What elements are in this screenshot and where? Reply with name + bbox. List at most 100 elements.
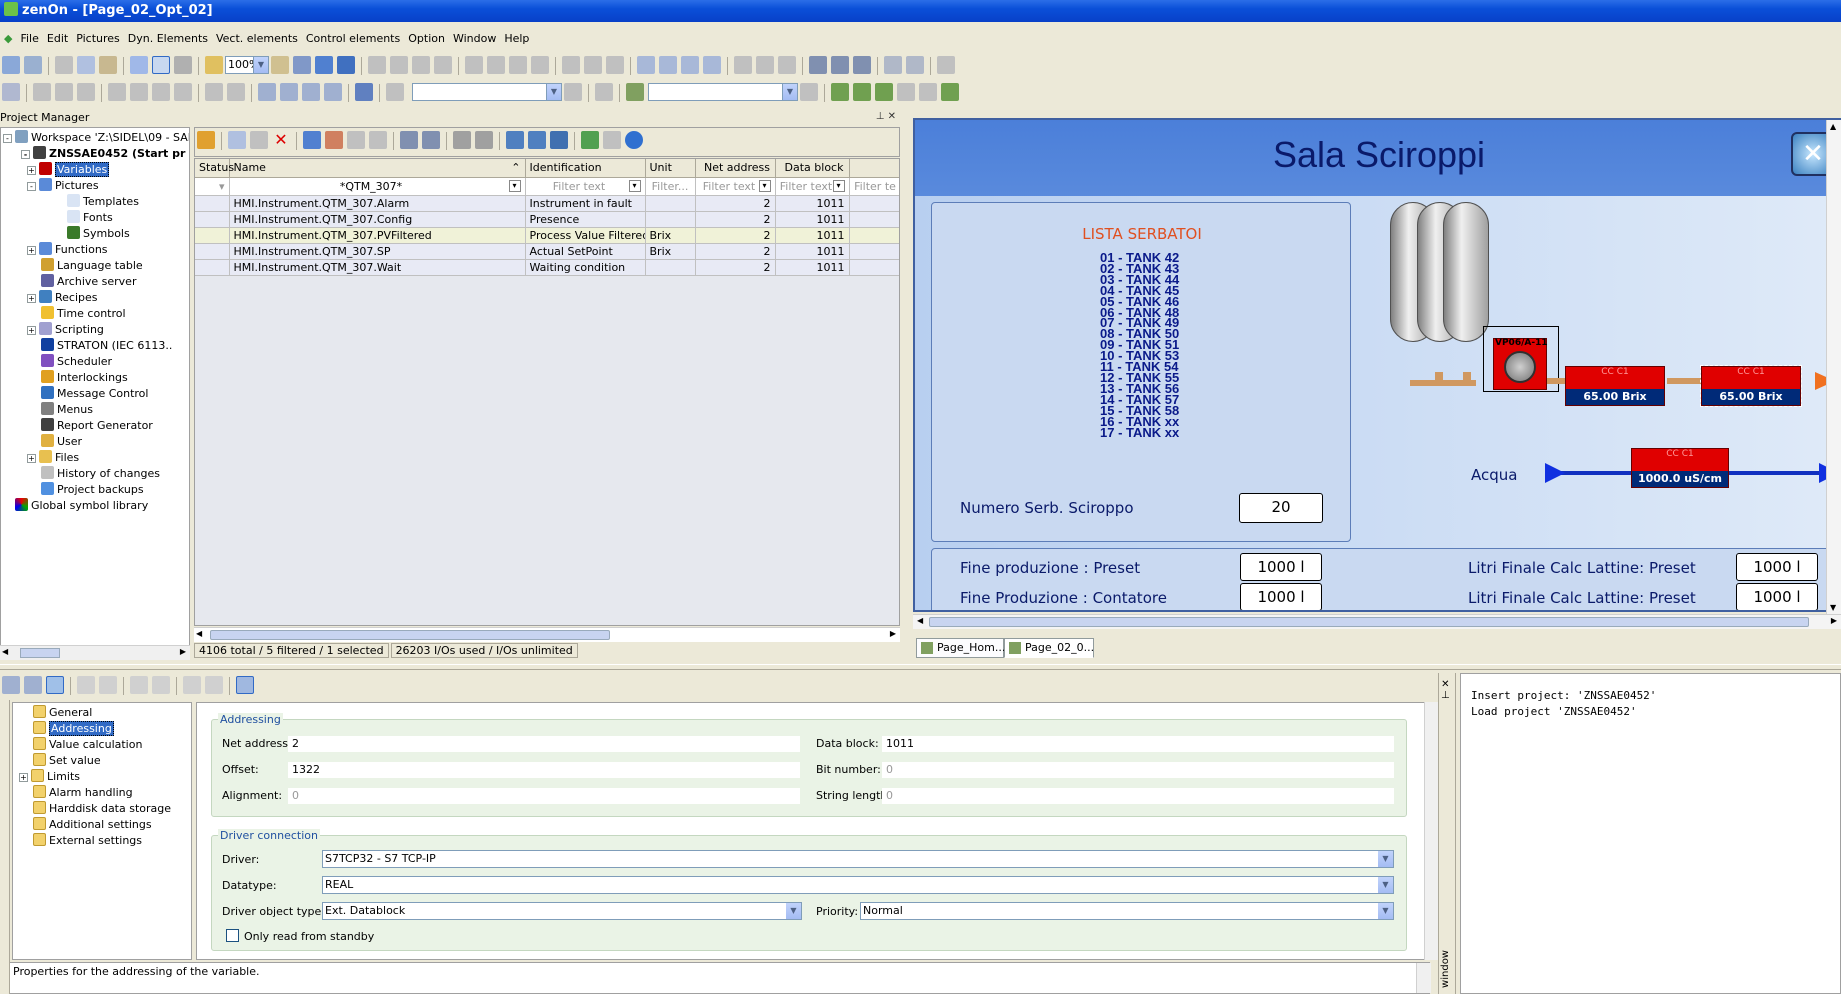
standby-checkbox[interactable] <box>226 929 239 942</box>
help-icon[interactable] <box>337 56 355 74</box>
menu-option[interactable]: Option <box>404 30 449 48</box>
prop-a-icon[interactable] <box>183 676 201 694</box>
tab-page-home[interactable]: Page_Hom... <box>916 638 1005 658</box>
edit-icon[interactable] <box>325 131 343 149</box>
tree-item-straton-iec-6113[interactable]: STRATON (IEC 6113.. <box>3 338 189 354</box>
prop-b-icon[interactable] <box>205 676 223 694</box>
favorites-list-icon[interactable] <box>99 676 117 694</box>
priority-select[interactable]: Normal ▼ <box>860 902 1394 920</box>
tree-view-icon[interactable] <box>46 676 64 694</box>
layer3-icon[interactable] <box>875 83 893 101</box>
screen-vscroll[interactable]: ▲ ▼ <box>1826 120 1841 614</box>
link-icon[interactable] <box>33 83 51 101</box>
prop-node-limits[interactable]: + Limits <box>15 769 191 785</box>
transfer2-icon[interactable] <box>280 83 298 101</box>
space-v-icon[interactable] <box>584 56 602 74</box>
tree-hscroll[interactable]: ◀ ▶ <box>0 645 190 660</box>
back-icon[interactable] <box>659 56 677 74</box>
menu-help[interactable]: Help <box>500 30 533 48</box>
filter-data-block[interactable]: Filter text ▾ <box>775 177 850 196</box>
table-row[interactable]: HMI.Instrument.QTM_307.Alarm Instrument i… <box>195 195 899 212</box>
back-nav-icon[interactable] <box>453 131 471 149</box>
tree-workspace[interactable]: - Workspace 'Z:\SIDEL\09 - SAI <box>3 130 189 146</box>
font-combo[interactable]: ▼ <box>648 83 798 101</box>
tree-item-language-table[interactable]: Language table <box>3 258 189 274</box>
flip-h-icon[interactable] <box>734 56 752 74</box>
filter-net-address[interactable]: Filter text ▾ <box>695 177 776 196</box>
element-icon[interactable] <box>2 83 20 101</box>
replace-icon[interactable] <box>77 83 95 101</box>
align-right-icon[interactable] <box>412 56 430 74</box>
distribute-v-icon[interactable] <box>487 56 505 74</box>
compile-variable-icon[interactable] <box>550 131 568 149</box>
align-left-icon[interactable] <box>368 56 386 74</box>
grid-icon[interactable] <box>853 56 871 74</box>
prop-node-external-settings[interactable]: External settings <box>15 833 191 849</box>
grouped-view-icon[interactable] <box>2 676 20 694</box>
tree-item-scripting[interactable]: + Scripting <box>3 322 189 338</box>
tree-item-report-generator[interactable]: Report Generator <box>3 418 189 434</box>
driver-icon[interactable] <box>506 131 524 149</box>
tree-item-pictures[interactable]: - Pictures <box>3 178 189 194</box>
col-identification[interactable]: Identification <box>525 159 646 178</box>
net-address-field[interactable]: 2 <box>288 736 800 752</box>
prop-node-general[interactable]: General <box>15 705 191 721</box>
menu-pictures[interactable]: Pictures <box>72 30 124 48</box>
driver-select[interactable]: S7TCP32 - S7 TCP-IP ▼ <box>322 850 1394 868</box>
group-icon[interactable] <box>809 56 827 74</box>
tree-project[interactable]: - ZNSSAE0452 (Start pr <box>3 146 189 162</box>
object-type-select[interactable]: Ext. Datablock ▼ <box>322 902 802 920</box>
prop-node-additional-settings[interactable]: Additional settings <box>15 817 191 833</box>
save-all-icon[interactable] <box>24 56 42 74</box>
pointer-icon[interactable] <box>130 56 148 74</box>
menu-edit[interactable]: Edit <box>43 30 72 48</box>
align-top-icon[interactable] <box>434 56 452 74</box>
menu-app-icon[interactable]: ◆ <box>0 30 16 48</box>
tree-item-menus[interactable]: Menus <box>3 402 189 418</box>
space-h-icon[interactable] <box>562 56 580 74</box>
layer-icon[interactable] <box>831 83 849 101</box>
favorite-icon[interactable] <box>77 676 95 694</box>
copy-icon[interactable] <box>77 56 95 74</box>
bit-number-field[interactable]: 0 <box>882 762 1394 778</box>
sync-icon[interactable] <box>324 83 342 101</box>
same-width-icon[interactable] <box>509 56 527 74</box>
cc1-block[interactable]: CC C1 65.00 Brix <box>1565 366 1665 406</box>
tree-item-variables[interactable]: + Variables <box>3 162 189 178</box>
distribute-h-icon[interactable] <box>465 56 483 74</box>
tree-item-fonts[interactable]: Fonts <box>3 210 189 226</box>
tree-item-recipes[interactable]: + Recipes <box>3 290 189 306</box>
filter-extra[interactable]: Filter te <box>849 177 899 196</box>
dyn2-icon[interactable] <box>174 83 192 101</box>
columns-icon[interactable] <box>422 131 440 149</box>
color-icon[interactable] <box>626 83 644 101</box>
same-height-icon[interactable] <box>531 56 549 74</box>
delete-icon[interactable]: ✕ <box>272 131 290 149</box>
rotate-icon[interactable] <box>778 56 796 74</box>
help-vscroll[interactable] <box>1416 963 1431 993</box>
data-block-field[interactable]: 1011 <box>882 736 1394 752</box>
filter-icon[interactable] <box>564 83 582 101</box>
tree-item-symbols[interactable]: Symbols <box>3 226 189 242</box>
pin-icon[interactable]: ⊥ <box>876 111 885 122</box>
tree-item-message-control[interactable]: Message Control <box>3 386 189 402</box>
tab-page-02[interactable]: Page_02_0... <box>1004 638 1094 658</box>
import-icon[interactable] <box>303 131 321 149</box>
new-variable-icon[interactable] <box>197 131 215 149</box>
datatype-select[interactable]: REAL ▼ <box>322 876 1394 894</box>
litri-preset2-value[interactable]: 1000 l <box>1736 583 1818 610</box>
tree-item-templates[interactable]: Templates <box>3 194 189 210</box>
lock-icon[interactable] <box>884 56 902 74</box>
fine-cont-value[interactable]: 1000 l <box>1240 583 1322 610</box>
font-icon[interactable] <box>595 83 613 101</box>
layer4-icon[interactable] <box>897 83 915 101</box>
menu-window[interactable]: Window <box>449 30 500 48</box>
front-icon[interactable] <box>637 56 655 74</box>
export-icon[interactable] <box>400 131 418 149</box>
forward-nav-icon[interactable] <box>475 131 493 149</box>
filter-identification[interactable]: Filter text ▾ <box>525 177 646 196</box>
fine-preset-value[interactable]: 1000 l <box>1240 553 1322 581</box>
backward-icon[interactable] <box>703 56 721 74</box>
sort-icon[interactable] <box>386 83 404 101</box>
play-icon[interactable] <box>355 83 373 101</box>
